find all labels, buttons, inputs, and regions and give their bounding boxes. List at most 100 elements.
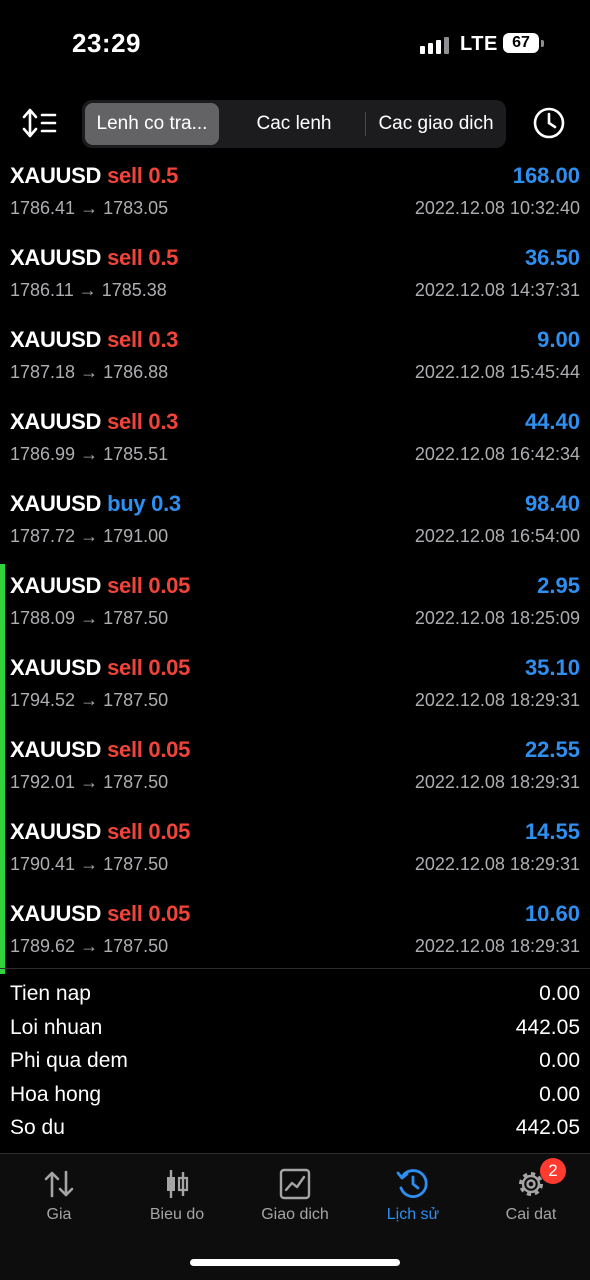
- tab-positions[interactable]: Lenh co tra...: [85, 103, 219, 145]
- open-price: 1794.52: [10, 690, 76, 710]
- trade-type: buy: [107, 491, 146, 516]
- trade-symbol: XAUUSD: [10, 327, 102, 352]
- trade-type: sell: [107, 409, 143, 434]
- sort-icon[interactable]: [22, 106, 62, 142]
- trade-symbol: XAUUSD: [10, 409, 102, 434]
- trade-profit: 35.10: [524, 655, 580, 680]
- trade-symbol: XAUUSD: [10, 737, 102, 762]
- trade-time: 2022.12.08 18:29:31: [414, 772, 580, 792]
- summary-value: 0.00: [539, 982, 580, 1005]
- trade-volume: 0.3: [148, 409, 179, 434]
- close-price: 1787.50: [103, 936, 169, 956]
- summary-value: 442.05: [515, 1015, 580, 1039]
- trade-volume: 0.05: [148, 901, 191, 926]
- open-price: 1786.99: [10, 444, 76, 464]
- home-indicator[interactable]: [190, 1259, 400, 1266]
- trade-symbol: XAUUSD: [10, 245, 102, 270]
- trade-volume: 0.3: [148, 327, 179, 352]
- clock-icon[interactable]: [532, 106, 566, 140]
- candlestick-chart-icon: [167, 1170, 189, 1198]
- trade-title: XAUUSD sell 0.05: [10, 819, 190, 845]
- trade-type: sell: [107, 573, 143, 598]
- trade-time: 2022.12.08 14:37:31: [414, 280, 580, 300]
- tab-deals[interactable]: Cac giao dich: [369, 103, 503, 145]
- tab-history[interactable]: Lịch sử: [354, 1164, 472, 1234]
- trade-prices: 1786.41 → 1783.05: [10, 198, 169, 218]
- close-price: 1791.00: [103, 526, 169, 546]
- summary-label: So du: [10, 1116, 65, 1139]
- trade-prices: 1786.11 → 1785.38: [10, 280, 167, 300]
- trade-type: sell: [107, 901, 143, 926]
- trade-time: 2022.12.08 18:25:09: [414, 608, 580, 628]
- trade-type: sell: [107, 655, 143, 680]
- close-price: 1787.50: [103, 690, 169, 710]
- trade-title: XAUUSD sell 0.05: [10, 573, 190, 599]
- trade-row[interactable]: XAUUSD sell 0.05 10.60 1789.62 → 1787.50 …: [0, 892, 590, 974]
- trade-type: sell: [107, 163, 143, 188]
- trade-time: 2022.12.08 18:29:31: [414, 690, 580, 710]
- trade-volume: 0.05: [148, 573, 191, 598]
- trade-symbol: XAUUSD: [10, 573, 102, 598]
- summary-label: Loi nhuan: [10, 1015, 103, 1039]
- quotes-arrows-icon: [44, 1170, 74, 1198]
- close-price: 1787.50: [103, 854, 169, 874]
- tab-label: Gia: [46, 1206, 72, 1223]
- account-summary: Tien nap 0.00 Loi nhuan 442.05 Phi qua d…: [0, 978, 590, 1146]
- summary-value: 0.00: [539, 1082, 580, 1106]
- trade-profit: 9.00: [537, 327, 580, 352]
- trade-volume: 0.3: [151, 491, 181, 516]
- open-price: 1792.01: [10, 772, 76, 792]
- trade-row[interactable]: XAUUSD sell 0.05 14.55 1790.41 → 1787.50 …: [0, 810, 590, 892]
- trade-title: XAUUSD buy 0.3: [10, 491, 181, 517]
- open-price: 1786.41: [10, 198, 76, 218]
- trade-row[interactable]: XAUUSD sell 0.05 2.95 1788.09 → 1787.50 2…: [0, 564, 590, 646]
- trade-row[interactable]: XAUUSD sell 0.3 44.40 1786.99 → 1785.51 2…: [0, 400, 590, 482]
- open-price: 1790.41: [10, 854, 76, 874]
- tab-label: Lịch sử: [386, 1206, 440, 1223]
- tab-settings[interactable]: 2 Cai dat: [472, 1158, 590, 1234]
- trade-list: XAUUSD sell 0.5 168.00 1786.41 → 1783.05 …: [0, 154, 590, 974]
- trade-symbol: XAUUSD: [10, 819, 102, 844]
- trade-time: 2022.12.08 10:32:40: [414, 198, 580, 218]
- trade-profit: 36.50: [524, 245, 580, 270]
- summary-label: Phi qua dem: [10, 1049, 128, 1072]
- trade-volume: 0.5: [148, 163, 179, 188]
- trade-row[interactable]: XAUUSD buy 0.3 98.40 1787.72 → 1791.00 20…: [0, 482, 590, 564]
- trade-profit: 10.60: [524, 901, 580, 926]
- trade-symbol: XAUUSD: [10, 655, 102, 680]
- trade-profit: 168.00: [512, 163, 580, 188]
- tab-label: Bieu do: [149, 1206, 205, 1223]
- trade-profit: 44.40: [524, 409, 580, 434]
- trade-row[interactable]: XAUUSD sell 0.05 22.55 1792.01 → 1787.50 …: [0, 728, 590, 810]
- trade-title: XAUUSD sell 0.5: [10, 245, 178, 271]
- trade-row[interactable]: XAUUSD sell 0.3 9.00 1787.18 → 1786.88 20…: [0, 318, 590, 400]
- summary-row-commission: Hoa hong 0.00: [0, 1079, 590, 1113]
- trade-row[interactable]: XAUUSD sell 0.5 36.50 1786.11 → 1785.38 2…: [0, 236, 590, 318]
- trade-title: XAUUSD sell 0.3: [10, 409, 178, 435]
- trade-volume: 0.5: [148, 245, 179, 270]
- trade-profit: 2.95: [537, 573, 580, 598]
- tab-quotes[interactable]: Gia: [0, 1164, 118, 1234]
- summary-label: Tien nap: [10, 982, 91, 1005]
- trade-title: XAUUSD sell 0.5: [10, 163, 178, 189]
- trade-prices: 1786.99 → 1785.51: [10, 444, 169, 464]
- trade-row[interactable]: XAUUSD sell 0.05 35.10 1794.52 → 1787.50 …: [0, 646, 590, 728]
- trade-prices: 1787.18 → 1786.88: [10, 362, 169, 382]
- status-time: 23:29: [72, 28, 141, 58]
- tab-trade[interactable]: Giao dich: [236, 1164, 354, 1234]
- trade-volume: 0.05: [148, 819, 191, 844]
- trade-title: XAUUSD sell 0.05: [10, 737, 190, 763]
- trade-prices: 1790.41 → 1787.50: [10, 854, 169, 874]
- close-price: 1786.88: [103, 362, 169, 382]
- trade-prices: 1788.09 → 1787.50: [10, 608, 169, 628]
- tab-charts[interactable]: Bieu do: [118, 1164, 236, 1234]
- open-price: 1787.72: [10, 526, 76, 546]
- history-toolbar: Lenh co tra... Cac lenh Cac giao dich: [0, 96, 590, 152]
- summary-value: 442.05: [515, 1116, 580, 1139]
- trade-row[interactable]: XAUUSD sell 0.5 168.00 1786.41 → 1783.05 …: [0, 154, 590, 236]
- open-price: 1788.09: [10, 608, 76, 628]
- tab-orders[interactable]: Cac lenh: [224, 103, 364, 145]
- trade-title: XAUUSD sell 0.05: [10, 655, 190, 681]
- tab-label: Cai dat: [505, 1206, 557, 1223]
- trade-type: sell: [107, 737, 143, 762]
